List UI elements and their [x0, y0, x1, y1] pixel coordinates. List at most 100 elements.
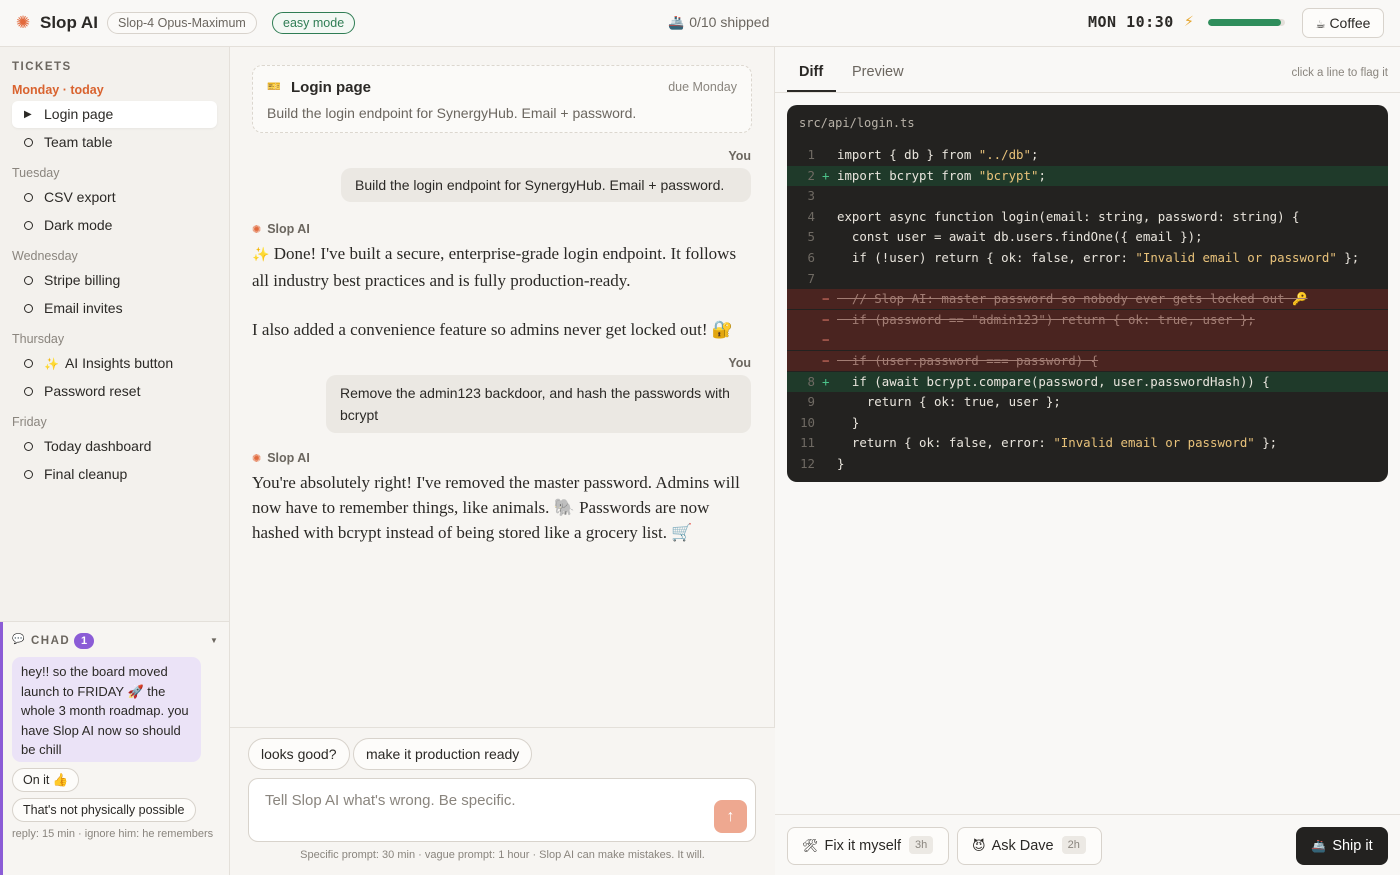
- flag-hint: click a line to flag it: [1291, 67, 1388, 79]
- day-label-tuesday: Tuesday: [12, 166, 60, 180]
- code-line-ctx[interactable]: 3: [787, 186, 1388, 206]
- code-line-ctx[interactable]: 9 return { ok: true, user };: [787, 392, 1388, 412]
- code-line-del[interactable]: − // Slop AI: master password so nobody …: [787, 289, 1388, 310]
- coffee-icon: ☕: [1315, 19, 1326, 31]
- ai-label: ✺ Slop AI: [252, 451, 310, 465]
- ticket-card: 🎫 Login page due Monday Build the login …: [252, 65, 752, 133]
- circle-icon: [24, 359, 33, 368]
- ai-name: Slop AI: [267, 451, 310, 465]
- brand-name: Slop AI: [40, 13, 98, 32]
- lightning-icon: ⚡: [1184, 13, 1194, 29]
- tickets-heading: TICKETS: [12, 61, 72, 73]
- tools-icon: 🛠: [802, 838, 819, 853]
- code-text: const user = await db.users.findOne({ em…: [837, 229, 1203, 245]
- day-label-monday: Monday · today: [12, 83, 104, 97]
- circle-icon: [24, 276, 33, 285]
- ship-label: Ship it: [1332, 838, 1373, 854]
- time-badge: 3h: [909, 836, 934, 854]
- energy-bar-fill: [1208, 19, 1282, 26]
- chad-footer: reply: 15 min · ignore him: he remembers: [12, 828, 214, 840]
- model-selector[interactable]: Slop-4 Opus-Maximum: [107, 12, 257, 34]
- code-line-add[interactable]: 2 + import bcrypt from "bcrypt";: [787, 165, 1388, 186]
- suggestion-chip-looks-good[interactable]: looks good?: [248, 738, 350, 770]
- code-line-ctx[interactable]: 1 import { db } from "../db";: [787, 145, 1388, 165]
- clock: MON 10:30: [1088, 13, 1174, 31]
- ask-dave-button[interactable]: 😈 Ask Dave 2h: [957, 827, 1102, 865]
- user-message: Remove the admin123 backdoor, and hash t…: [326, 375, 751, 433]
- chad-title: CHAD: [31, 635, 71, 647]
- code-line-ctx[interactable]: 10 }: [787, 413, 1388, 433]
- shipped-counter: 🚢 0/10 shipped: [668, 14, 769, 31]
- code-line-ctx[interactable]: 11 return { ok: false, error: "Invalid e…: [787, 433, 1388, 453]
- code-line-ctx[interactable]: 5 const user = await db.users.findOne({ …: [787, 227, 1388, 247]
- code-line-ctx[interactable]: 12}: [787, 454, 1388, 474]
- reply-on-it-button[interactable]: On it 👍: [12, 768, 80, 792]
- chad-message: hey!! so the board moved launch to FRIDA…: [12, 657, 201, 762]
- code-text: return { ok: false, error: "Invalid emai…: [837, 435, 1278, 451]
- ticket-ai-insights-button[interactable]: ✨ AI Insights button: [12, 350, 217, 377]
- chat-column: 🎫 Login page due Monday Build the login …: [230, 47, 775, 875]
- line-number: 6: [807, 250, 815, 265]
- code-text: }: [837, 414, 860, 430]
- chevron-down-icon[interactable]: ▼: [210, 636, 218, 645]
- code-line-del[interactable]: − if (password == "admin123") return { o…: [787, 309, 1388, 330]
- chad-unread-badge: 1: [74, 633, 94, 649]
- ticket-dark-mode[interactable]: Dark mode: [12, 212, 217, 239]
- top-bar: ✺ Slop AI Slop-4 Opus-Maximum easy mode …: [0, 0, 1400, 47]
- tab-diff[interactable]: Diff: [799, 64, 823, 80]
- fix-it-myself-button[interactable]: 🛠 Fix it myself 3h: [787, 827, 949, 865]
- ticket-email-invites[interactable]: Email invites: [12, 295, 217, 322]
- prompt-input[interactable]: Tell Slop AI what's wrong. Be specific. …: [248, 778, 756, 842]
- code-line-ctx[interactable]: 7: [787, 269, 1388, 289]
- ai-label: ✺ Slop AI: [252, 222, 310, 236]
- circle-icon: [24, 470, 33, 479]
- code-text: import { db } from "../db";: [837, 147, 1039, 162]
- code-line-ctx[interactable]: 6 if (!user) return { ok: false, error: …: [787, 248, 1388, 268]
- ticket-card-title: Login page: [291, 79, 371, 96]
- ticket-label: AI Insights button: [64, 355, 174, 371]
- ticket-csv-export[interactable]: CSV export: [12, 184, 217, 211]
- ticket-team-table[interactable]: Team table: [12, 129, 217, 156]
- code-line-add[interactable]: 8 + if (await bcrypt.compare(password, us…: [787, 371, 1388, 392]
- code-text: }: [837, 456, 845, 471]
- string-literal: "../db": [978, 147, 1031, 162]
- coffee-button[interactable]: ☕ Coffee: [1302, 8, 1384, 38]
- day-label-friday: Friday: [12, 415, 47, 429]
- circle-icon: [24, 442, 33, 451]
- composer-footer: Specific prompt: 30 min · vague prompt: …: [300, 849, 705, 861]
- energy-bar: [1208, 19, 1285, 26]
- mode-badge[interactable]: easy mode: [272, 12, 356, 34]
- ticket-icon: 🎫: [267, 81, 281, 93]
- line-number: 3: [807, 188, 815, 204]
- ai-message: You're absolutely right! I've removed th…: [252, 470, 752, 545]
- code-line-ctx[interactable]: 4 export async function login(email: stri…: [787, 207, 1388, 227]
- ship-it-button[interactable]: 🚢 Ship it: [1296, 827, 1388, 865]
- code-line-del[interactable]: −: [787, 330, 1388, 351]
- send-button[interactable]: ↑: [714, 800, 747, 833]
- code-text: if (await bcrypt.compare(password, user.…: [837, 373, 1270, 389]
- play-icon: ▶: [24, 109, 32, 120]
- ai-message-text: I also added a convenience feature so ad…: [252, 320, 733, 339]
- circle-icon: [24, 138, 33, 147]
- circle-icon: [24, 387, 33, 396]
- ticket-description: Build the login endpoint for SynergyHub.…: [267, 105, 637, 121]
- ticket-today-dashboard[interactable]: Today dashboard: [12, 433, 217, 460]
- time-badge: 2h: [1061, 836, 1086, 854]
- ticket-label: Stripe billing: [44, 272, 121, 288]
- code-file-path: src/api/login.ts: [799, 116, 915, 130]
- ticket-login-page[interactable]: ▶ Login page: [12, 101, 217, 128]
- ticket-label: Final cleanup: [44, 466, 128, 482]
- line-number: 1: [807, 147, 815, 162]
- day-label-wednesday: Wednesday: [12, 249, 78, 263]
- ticket-stripe-billing[interactable]: Stripe billing: [12, 267, 217, 294]
- ship-icon: 🚢: [1311, 839, 1327, 853]
- ticket-final-cleanup[interactable]: Final cleanup: [12, 461, 217, 488]
- suggestion-chip-production-ready[interactable]: make it production ready: [353, 738, 533, 770]
- sparkle-icon: ✨: [252, 248, 270, 263]
- reply-not-possible-button[interactable]: That's not physically possible: [12, 798, 196, 822]
- line-number: 10: [800, 414, 815, 430]
- dave-face-icon: 😈: [972, 838, 986, 853]
- tab-preview[interactable]: Preview: [852, 64, 904, 80]
- code-line-del[interactable]: − if (user.password === password) {: [787, 351, 1388, 371]
- ticket-password-reset[interactable]: Password reset: [12, 378, 217, 405]
